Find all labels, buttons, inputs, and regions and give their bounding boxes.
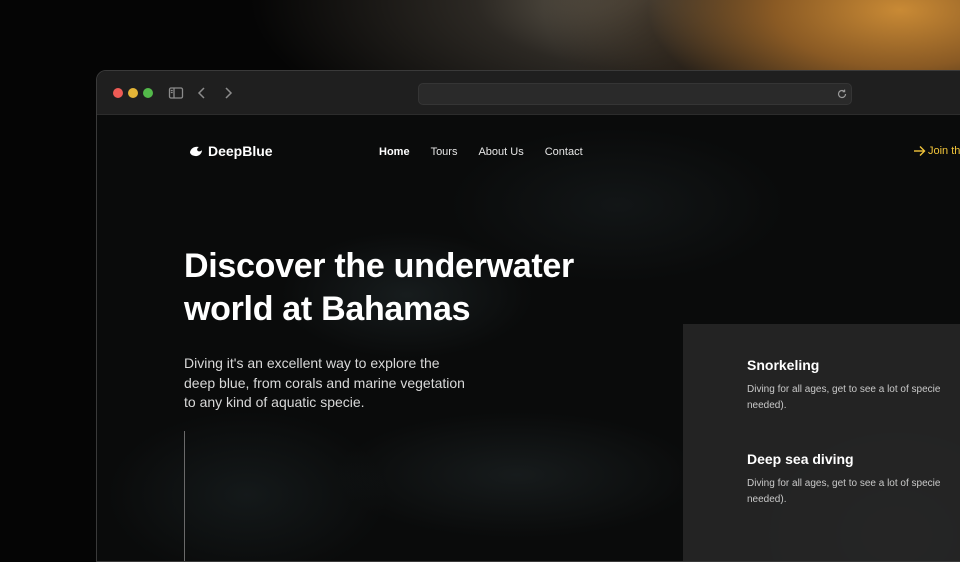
nav-item-tours[interactable]: Tours [431, 146, 458, 158]
activity-description-line-2: needed). [747, 400, 787, 411]
brand-logo[interactable]: DeepBlue [189, 143, 273, 159]
page-viewport: DeepBlue Home Tours About Us Contact Joi… [97, 115, 960, 561]
forward-arrow-icon[interactable] [219, 84, 237, 102]
wave-logo-icon [190, 146, 202, 157]
activity-description-line-2: needed). [747, 494, 787, 505]
activity-description: Diving for all ages, get to see a lot of… [747, 476, 960, 508]
activity-description-line-1: Diving for all ages, get to see a lot of… [747, 384, 941, 395]
nav-item-contact[interactable]: Contact [545, 146, 583, 158]
back-arrow-icon[interactable] [193, 84, 211, 102]
zoom-window-button[interactable] [143, 88, 153, 98]
main-nav: Home Tours About Us Contact [379, 146, 583, 158]
close-window-button[interactable] [113, 88, 123, 98]
nav-item-about-us[interactable]: About Us [478, 146, 523, 158]
activity-description: Diving for all ages, get to see a lot of… [747, 382, 960, 414]
activity-description-line-1: Diving for all ages, get to see a lot of… [747, 478, 941, 489]
nav-item-home[interactable]: Home [379, 146, 410, 158]
browser-window: DeepBlue Home Tours About Us Contact Joi… [96, 70, 960, 562]
minimize-window-button[interactable] [128, 88, 138, 98]
brand-name: DeepBlue [208, 143, 273, 159]
sidebar-toggle-icon[interactable] [167, 84, 185, 102]
address-bar[interactable] [418, 83, 852, 105]
activity-card-deep-sea-diving[interactable]: Deep sea diving Diving for all ages, get… [747, 451, 960, 508]
reload-icon[interactable] [836, 87, 848, 99]
browser-toolbar [97, 71, 960, 115]
join-button[interactable]: Join th [913, 145, 960, 157]
activity-title: Snorkeling [747, 357, 820, 373]
activity-card-snorkeling[interactable]: Snorkeling Diving for all ages, get to s… [747, 357, 960, 414]
hero-title: Discover the underwater world at Bahamas [184, 247, 574, 328]
vertical-divider [184, 431, 185, 561]
hero-description: Diving it's an excellent way to explore … [184, 355, 465, 410]
activities-panel: Snorkeling Diving for all ages, get to s… [683, 324, 960, 561]
activity-title: Deep sea diving [747, 451, 854, 467]
join-label: Join th [928, 145, 960, 157]
arrow-right-icon [914, 146, 926, 156]
